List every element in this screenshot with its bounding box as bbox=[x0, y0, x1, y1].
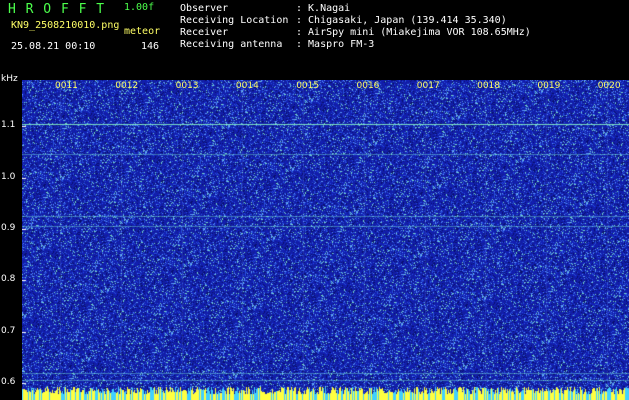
app-title: H R O F F T bbox=[8, 2, 106, 17]
x-tick-label: 0018 bbox=[477, 81, 500, 91]
filename-label: KN9_2508210010.png bbox=[11, 20, 120, 31]
y-tick-label: 0.6 bbox=[1, 376, 16, 387]
meteor-label: meteor bbox=[124, 26, 161, 37]
x-tick-label: 0019 bbox=[537, 81, 561, 91]
info-value-receiver: : AirSpy mini (Miakejima VOR 108.65MHz) bbox=[296, 27, 531, 38]
header-panel: H R O F F T 1.00f KN9_2508210010.png met… bbox=[0, 0, 629, 78]
meteor-count: 146 bbox=[141, 41, 160, 52]
info-key-antenna: Receiving antenna bbox=[180, 39, 283, 50]
datetime-label: 25.08.21 00:10 bbox=[11, 41, 96, 52]
info-value-antenna: : Maspro FM-3 bbox=[296, 39, 375, 50]
x-tick-label: 0012 bbox=[115, 81, 139, 91]
y-tick-label: 0.9 bbox=[1, 222, 16, 233]
y-axis-unit-label: kHz bbox=[1, 74, 18, 84]
x-tick-label: 0014 bbox=[235, 81, 259, 91]
x-tick-label: 0013 bbox=[175, 81, 199, 91]
x-tick-label: 0016 bbox=[356, 81, 380, 91]
version-label: 1.00f bbox=[124, 2, 155, 13]
info-key-receiver: Receiver bbox=[180, 27, 229, 38]
y-tick-label: 0.7 bbox=[1, 325, 16, 336]
x-tick-label: 0017 bbox=[416, 81, 440, 91]
x-tick-label: 0011 bbox=[55, 81, 78, 91]
info-value-observer: : K.Nagai bbox=[296, 3, 351, 14]
x-tick-label: 0015 bbox=[296, 81, 320, 91]
waterfall-spectrogram bbox=[22, 80, 629, 400]
x-tick-label: 0020 bbox=[597, 81, 621, 91]
y-tick-label: 0.8 bbox=[1, 274, 16, 285]
info-key-location: Receiving Location bbox=[180, 15, 289, 26]
y-tick-label: 1.1 bbox=[1, 120, 16, 131]
info-key-observer: Observer bbox=[180, 3, 229, 14]
y-tick-label: 1.0 bbox=[1, 171, 16, 182]
info-value-location: : Chigasaki, Japan (139.414 35.340) bbox=[296, 15, 507, 26]
